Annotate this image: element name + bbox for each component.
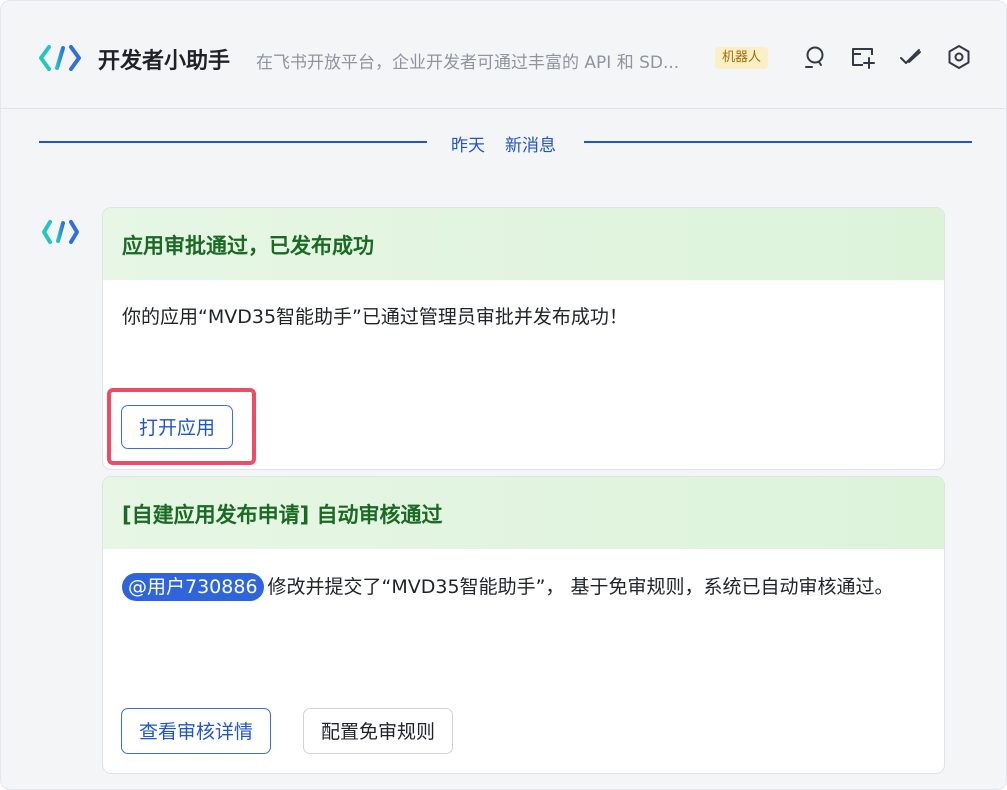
card-body: 你的应用“MVD35智能助手”已通过管理员审批并发布成功！ <box>122 306 628 328</box>
bot-avatar-icon[interactable] <box>41 219 85 245</box>
card-body: @用户730886 修改并提交了“MVD35智能助手”， 基于免审规则，系统已自动… <box>122 570 912 604</box>
divider-line-right <box>584 141 972 143</box>
chat-window: 开发者小助手 在飞书开放平台，企业开发者可通过丰富的 API 和 SD... 机… <box>0 0 1007 790</box>
card-header: 应用审批通过，已发布成功 <box>103 208 944 280</box>
bot-logo-icon <box>39 45 83 71</box>
check-icon[interactable] <box>897 44 923 70</box>
gear-icon[interactable] <box>946 44 972 70</box>
card-body-text: 修改并提交了“MVD35智能助手”， 基于免审规则，系统已自动审核通过。 <box>267 576 894 598</box>
config-exemption-rules-button[interactable]: 配置免审规则 <box>303 708 454 754</box>
bot-badge: 机器人 <box>715 47 769 69</box>
chat-title: 开发者小助手 <box>98 49 231 74</box>
chat-header: 开发者小助手 在飞书开放平台，企业开发者可通过丰富的 API 和 SD... 机… <box>1 1 1006 109</box>
card-title: 应用审批通过，已发布成功 <box>122 234 374 258</box>
search-icon[interactable] <box>802 44 828 70</box>
card-header: [自建应用发布申请] 自动审核通过 <box>103 477 944 549</box>
add-tab-icon[interactable] <box>850 44 876 70</box>
divider-line-left <box>39 141 427 143</box>
divider-date: 昨天 <box>451 136 485 156</box>
view-review-details-button[interactable]: 查看审核详情 <box>121 708 272 754</box>
chat-description[interactable]: 在飞书开放平台，企业开发者可通过丰富的 API 和 SD... <box>256 48 679 73</box>
card-title: [自建应用发布申请] 自动审核通过 <box>122 503 443 527</box>
auto-review-card: [自建应用发布申请] 自动审核通过 @用户730886 修改并提交了“MVD35智… <box>102 476 945 774</box>
divider-new-messages: 新消息 <box>505 136 556 156</box>
user-mention[interactable]: @用户730886 <box>122 573 264 601</box>
button-highlight-box <box>107 388 256 465</box>
